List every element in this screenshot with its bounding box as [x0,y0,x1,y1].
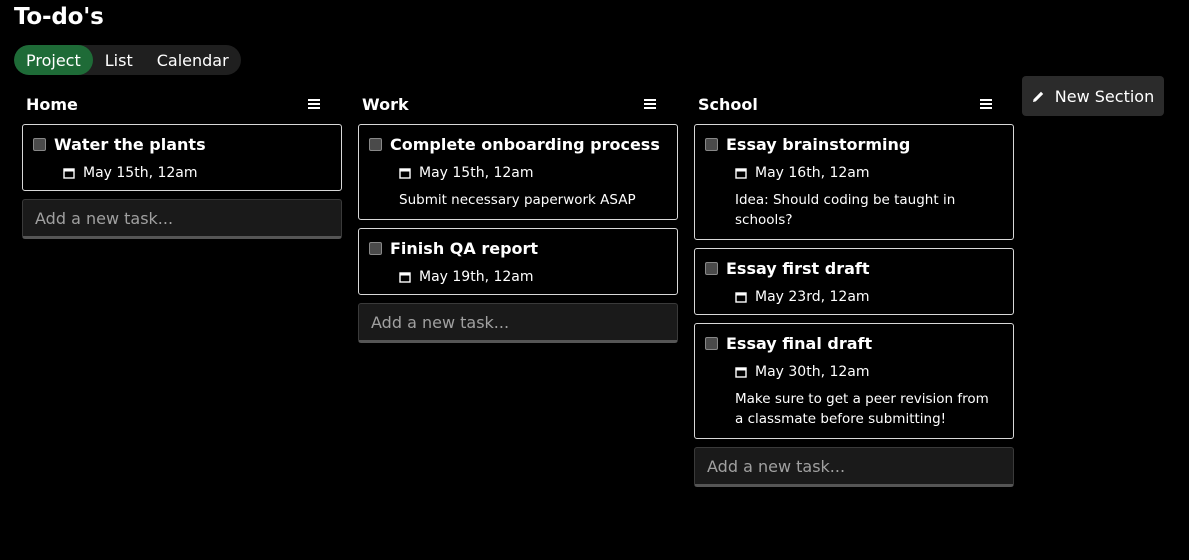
section-title: Work [362,94,409,114]
task-date: May 30th, 12am [755,364,870,380]
task-card[interactable]: Complete onboarding process May 15th, 12… [358,124,678,220]
task-date: May 15th, 12am [83,165,198,181]
calendar-icon [735,367,747,378]
view-tabs: Project List Calendar [14,45,241,75]
task-date: May 19th, 12am [419,269,534,285]
task-checkbox[interactable] [705,138,718,151]
section-work: Work Complete onboarding process May 15t… [358,88,678,343]
page-title: To-do's [14,4,104,30]
section-school: School Essay brainstorming May 16th, 12a… [694,88,1014,487]
menu-icon[interactable] [980,99,992,109]
menu-icon[interactable] [308,99,320,109]
add-task-input[interactable] [22,199,342,239]
task-checkbox[interactable] [705,337,718,350]
task-checkbox[interactable] [369,138,382,151]
section-header: Home [22,88,342,120]
task-card[interactable]: Essay brainstorming May 16th, 12am Idea:… [694,124,1014,240]
calendar-icon [735,292,747,303]
add-task-input[interactable] [358,303,678,343]
new-section-label: New Section [1054,86,1155,106]
menu-icon[interactable] [644,99,656,109]
task-date: May 15th, 12am [419,165,534,181]
calendar-icon [399,272,411,283]
task-title: Essay first draft [726,259,870,278]
calendar-icon [399,168,411,179]
task-title: Essay final draft [726,334,873,353]
task-date: May 23rd, 12am [755,289,870,305]
task-note: Idea: Should coding be taught in schools… [735,192,956,228]
task-card[interactable]: Essay final draft May 30th, 12am Make su… [694,323,1014,439]
board: Home Water the plants May 15th, 12am Wor… [22,88,1014,487]
tab-calendar[interactable]: Calendar [145,45,241,75]
section-home: Home Water the plants May 15th, 12am [22,88,342,239]
section-header: School [694,88,1014,120]
new-section-button[interactable]: New Section [1022,76,1164,116]
section-title: School [698,94,758,114]
task-checkbox[interactable] [369,242,382,255]
tab-project[interactable]: Project [14,45,93,75]
task-card[interactable]: Water the plants May 15th, 12am [22,124,342,191]
calendar-icon [735,168,747,179]
task-title: Essay brainstorming [726,135,911,154]
task-date: May 16th, 12am [755,165,870,181]
tab-list[interactable]: List [93,45,145,75]
pencil-icon [1032,91,1043,102]
task-card[interactable]: Finish QA report May 19th, 12am [358,228,678,295]
task-checkbox[interactable] [705,262,718,275]
calendar-icon [63,168,75,179]
add-task-input[interactable] [694,447,1014,487]
task-note: Make sure to get a peer revision from a … [735,391,989,427]
task-title: Complete onboarding process [390,135,660,154]
section-title: Home [26,94,78,114]
task-note: Submit necessary paperwork ASAP [399,192,636,208]
task-checkbox[interactable] [33,138,46,151]
task-title: Finish QA report [390,239,539,258]
task-title: Water the plants [54,135,206,154]
section-header: Work [358,88,678,120]
task-card[interactable]: Essay first draft May 23rd, 12am [694,248,1014,315]
